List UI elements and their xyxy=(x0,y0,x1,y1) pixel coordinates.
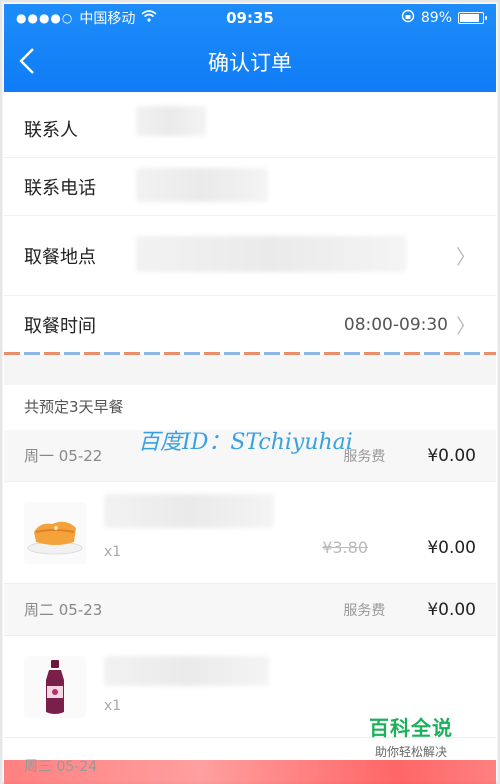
pickup-time-text: 08:00-09:30 xyxy=(343,314,448,335)
battery-icon xyxy=(458,12,487,24)
pickup-location-value: 〉 xyxy=(456,241,476,270)
chevron-left-icon xyxy=(19,48,34,74)
cake-image xyxy=(24,501,86,564)
signal-icon: ●●●●○ xyxy=(16,11,74,25)
chevron-right-icon: 〉 xyxy=(456,314,476,338)
pickup-time-label: 取餐时间 xyxy=(24,315,96,337)
status-time: 09:35 xyxy=(226,9,274,27)
blurred-item-name xyxy=(104,656,269,686)
nav-bar: 确认订单 xyxy=(4,32,496,92)
status-bar: ●●●●○ 中国移动 09:35 89% xyxy=(4,4,496,32)
section-gap xyxy=(4,355,496,385)
page-title: 确认订单 xyxy=(208,51,292,75)
lock-rotation-icon xyxy=(401,9,415,27)
blurred-contact-phone xyxy=(136,168,268,202)
battery-percent: 89% xyxy=(420,10,452,26)
header: ●●●●○ 中国移动 09:35 89% 确认订单 xyxy=(4,4,496,92)
drink-image xyxy=(24,655,86,718)
blurred-contact-name xyxy=(136,106,206,136)
carrier-label: 中国移动 xyxy=(79,11,136,27)
item-quantity: x1 xyxy=(104,544,122,560)
order-item-cake[interactable]: x1 ¥3.80 ¥0.00 xyxy=(4,482,496,584)
battery-fill xyxy=(460,14,479,22)
contact-name-row[interactable]: 联系人 xyxy=(4,100,496,158)
pickup-location-row[interactable]: 取餐地点 〉 xyxy=(4,216,496,296)
status-left: ●●●●○ 中国移动 xyxy=(16,8,172,28)
brand-name: 百科全说 xyxy=(369,716,453,740)
contact-name-label: 联系人 xyxy=(24,119,78,141)
pickup-time-value: 08:00-09:30 〉 xyxy=(344,310,476,339)
watermark-text: 百度ID：STchiyuhai xyxy=(138,430,353,455)
day-label-wed: 周三 05-24 xyxy=(24,759,98,775)
item-price: ¥0.00 xyxy=(427,538,476,558)
day-label: 周二 05-23 xyxy=(24,601,103,619)
pickup-location-label: 取餐地点 xyxy=(24,246,96,268)
contact-section: 联系人 联系电话 取餐地点 〉 取餐时间 08:00-09:30 〉 xyxy=(4,100,496,354)
service-fee-label: 服务费 xyxy=(343,602,386,619)
blurred-item-name xyxy=(104,494,274,528)
service-fee-amount: ¥0.00 xyxy=(427,445,476,466)
day-label: 周一 05-22 xyxy=(24,447,103,465)
original-price: ¥3.80 xyxy=(322,538,368,557)
day-row-tue: 周二 05-23 服务费 ¥0.00 xyxy=(4,584,496,636)
service-fee-amount: ¥0.00 xyxy=(427,599,476,620)
pickup-time-row[interactable]: 取餐时间 08:00-09:30 〉 xyxy=(4,296,496,354)
back-button[interactable] xyxy=(18,46,48,76)
wifi-icon xyxy=(141,10,157,26)
order-list: 周一 05-22 服务费 ¥0.00 x1 ¥3.80 ¥0.00 周二 05-… xyxy=(4,430,496,738)
contact-phone-row[interactable]: 联系电话 xyxy=(4,158,496,216)
brand-logo: 百科全说 助你轻松解决 xyxy=(356,712,466,760)
chevron-right-icon: 〉 xyxy=(456,245,476,269)
service-fee-label: 服务费 xyxy=(343,448,386,465)
blurred-pickup-location xyxy=(136,236,406,272)
status-right: 89% xyxy=(328,9,487,27)
contact-phone-label: 联系电话 xyxy=(24,177,96,199)
order-heading: 共预定3天早餐 xyxy=(24,398,124,416)
item-quantity: x1 xyxy=(104,698,122,714)
brand-tagline: 助你轻松解决 xyxy=(374,745,447,759)
